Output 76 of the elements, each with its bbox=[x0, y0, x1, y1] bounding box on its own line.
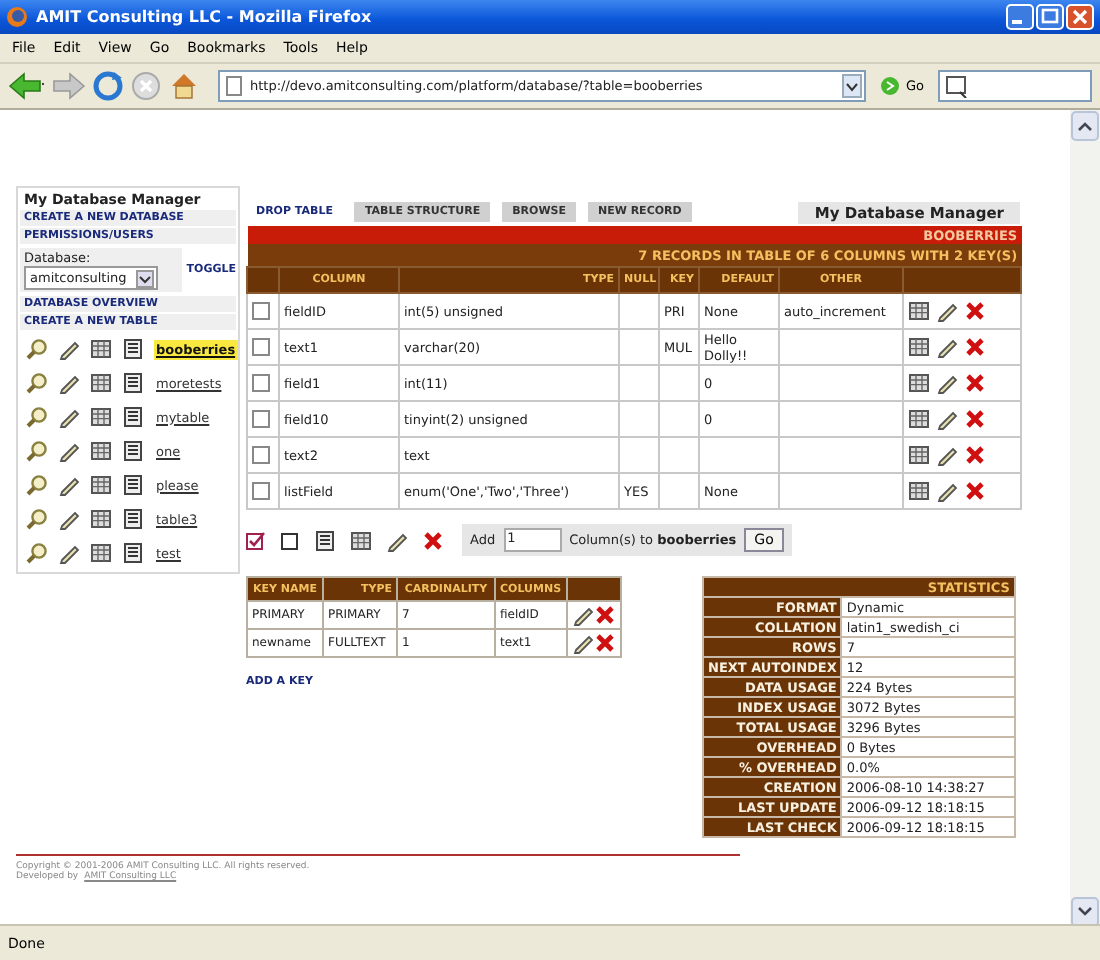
list-icon[interactable] bbox=[122, 508, 144, 530]
window-title: AMIT Consulting LLC - Mozilla Firefox bbox=[36, 8, 374, 26]
firefox-logo-icon bbox=[6, 6, 28, 28]
dropdown-icon[interactable] bbox=[136, 269, 154, 287]
search-field[interactable] bbox=[938, 70, 1092, 102]
delete-icon[interactable] bbox=[593, 604, 616, 626]
edit-icon[interactable] bbox=[58, 372, 80, 394]
search-icon[interactable] bbox=[26, 508, 48, 530]
grid-icon[interactable] bbox=[350, 529, 372, 551]
delete-icon[interactable] bbox=[964, 336, 986, 358]
search-icon[interactable] bbox=[26, 542, 48, 564]
grid-icon[interactable] bbox=[90, 406, 112, 428]
grid-icon[interactable] bbox=[90, 372, 112, 394]
grid-icon[interactable] bbox=[908, 444, 930, 466]
edit-icon[interactable] bbox=[936, 408, 958, 430]
grid-icon[interactable] bbox=[90, 474, 112, 496]
maximize-button[interactable] bbox=[1036, 4, 1064, 30]
row-checkbox[interactable] bbox=[252, 482, 270, 500]
edit-icon[interactable] bbox=[936, 480, 958, 502]
search-icon[interactable] bbox=[26, 338, 48, 360]
home-button[interactable] bbox=[168, 70, 200, 102]
row-checkbox[interactable] bbox=[252, 338, 270, 356]
list-icon[interactable] bbox=[122, 372, 144, 394]
edit-icon[interactable] bbox=[936, 336, 958, 358]
list-icon[interactable] bbox=[122, 338, 144, 360]
search-icon bbox=[946, 75, 970, 97]
close-button[interactable] bbox=[1066, 4, 1094, 30]
uncheck-all-icon[interactable] bbox=[280, 530, 300, 550]
grid-icon[interactable] bbox=[908, 408, 930, 430]
delete-icon[interactable] bbox=[964, 444, 986, 466]
delete-icon[interactable] bbox=[422, 529, 444, 551]
check-all-icon[interactable] bbox=[246, 530, 266, 550]
edit-icon[interactable] bbox=[58, 338, 80, 360]
go-arrow-icon bbox=[879, 76, 900, 96]
search-icon[interactable] bbox=[26, 372, 48, 394]
search-icon[interactable] bbox=[26, 440, 48, 462]
back-button[interactable] bbox=[8, 70, 44, 102]
delete-icon[interactable] bbox=[593, 632, 616, 654]
grid-icon[interactable] bbox=[908, 300, 930, 322]
delete-icon[interactable] bbox=[964, 300, 986, 322]
grid-icon[interactable] bbox=[90, 508, 112, 530]
edit-icon[interactable] bbox=[58, 474, 80, 496]
edit-icon[interactable] bbox=[58, 508, 80, 530]
edit-icon[interactable] bbox=[58, 440, 80, 462]
grid-icon[interactable] bbox=[908, 480, 930, 502]
dropdown-icon[interactable] bbox=[841, 74, 862, 98]
edit-icon[interactable] bbox=[936, 300, 958, 322]
grid-icon[interactable] bbox=[90, 440, 112, 462]
row-checkbox[interactable] bbox=[252, 302, 270, 320]
delete-icon[interactable] bbox=[964, 372, 986, 394]
edit-icon[interactable] bbox=[58, 542, 80, 564]
edit-icon[interactable] bbox=[936, 444, 958, 466]
grid-icon[interactable] bbox=[90, 338, 112, 360]
pencil-icon[interactable] bbox=[386, 529, 408, 551]
reload-button[interactable] bbox=[92, 70, 124, 102]
search-icon[interactable] bbox=[26, 406, 48, 428]
page-icon bbox=[226, 76, 242, 96]
search-icon[interactable] bbox=[26, 474, 48, 496]
list-icon[interactable] bbox=[314, 529, 336, 551]
edit-icon[interactable] bbox=[571, 632, 594, 654]
scrollbar[interactable] bbox=[1070, 110, 1100, 928]
grid-icon[interactable] bbox=[908, 372, 930, 394]
list-icon[interactable] bbox=[122, 406, 144, 428]
edit-icon[interactable] bbox=[58, 406, 80, 428]
delete-icon[interactable] bbox=[964, 408, 986, 430]
list-icon[interactable] bbox=[122, 440, 144, 462]
minimize-button[interactable] bbox=[1006, 4, 1034, 30]
row-checkbox[interactable] bbox=[252, 446, 270, 464]
edit-icon[interactable] bbox=[936, 372, 958, 394]
grid-icon[interactable] bbox=[90, 542, 112, 564]
grid-icon[interactable] bbox=[908, 336, 930, 358]
row-checkbox[interactable] bbox=[252, 410, 270, 428]
list-icon[interactable] bbox=[122, 474, 144, 496]
list-icon[interactable] bbox=[122, 542, 144, 564]
row-checkbox[interactable] bbox=[252, 374, 270, 392]
delete-icon[interactable] bbox=[964, 480, 986, 502]
